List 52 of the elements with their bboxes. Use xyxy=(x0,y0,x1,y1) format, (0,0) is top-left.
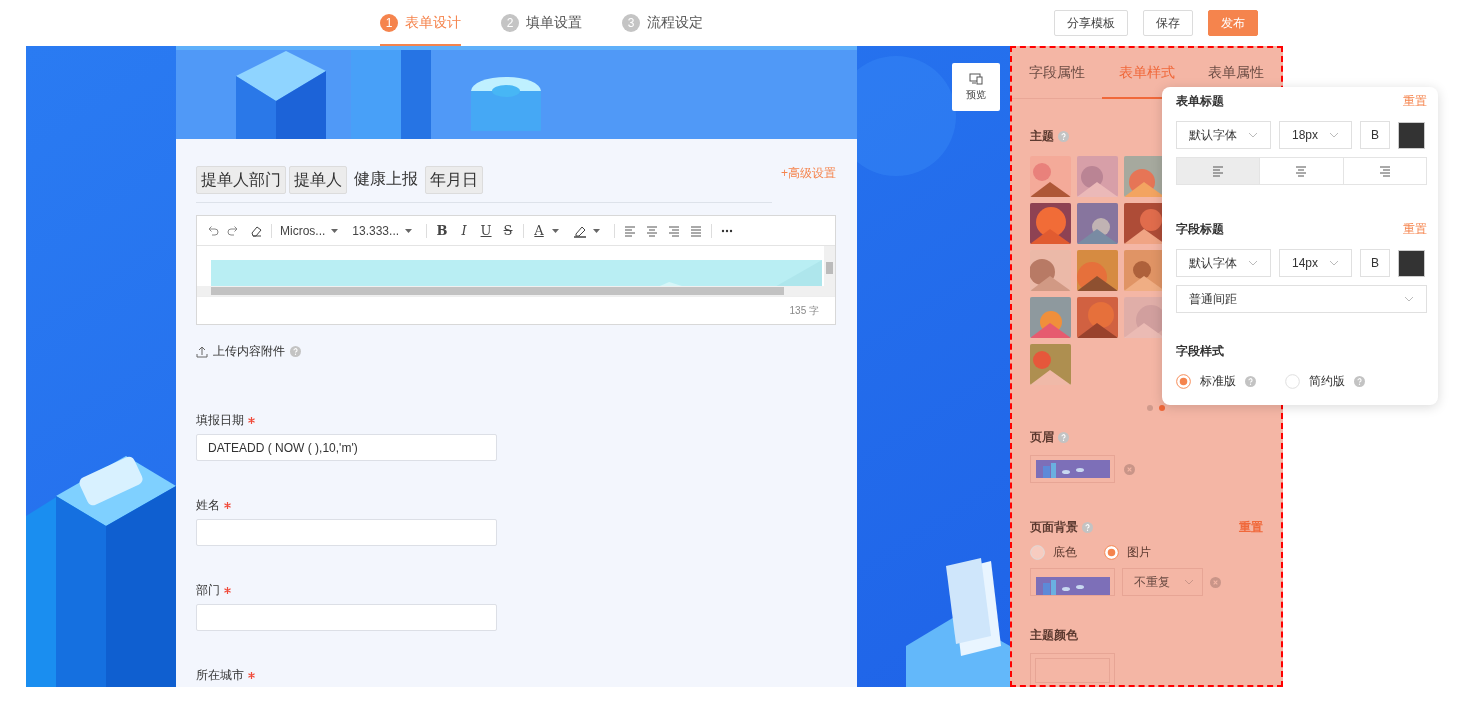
chevron-down-icon xyxy=(1248,132,1258,138)
chevron-down-icon xyxy=(1329,132,1339,138)
radio-label[interactable]: 图片 xyxy=(1127,544,1151,561)
align-left-icon xyxy=(1211,164,1226,178)
font-size-dropdown[interactable]: 14px xyxy=(1279,249,1352,277)
toolbar-button[interactable]: 分享模板 xyxy=(1054,10,1128,36)
step-number: 1 xyxy=(380,14,398,32)
color-swatch[interactable] xyxy=(1398,249,1425,277)
page-dot[interactable] xyxy=(1159,405,1165,411)
section-label: 主题颜色 xyxy=(1030,626,1078,644)
color-swatch[interactable] xyxy=(1398,121,1425,149)
align-right-icon xyxy=(1377,164,1392,178)
radio-label[interactable]: 简约版 xyxy=(1309,373,1345,390)
section-label: 主题 xyxy=(1030,127,1054,145)
clear-icon[interactable] xyxy=(1210,576,1221,588)
radio-label[interactable]: 底色 xyxy=(1053,544,1077,561)
help-icon xyxy=(1354,376,1365,387)
bold-button[interactable]: B xyxy=(1360,249,1390,277)
repeat-dropdown[interactable]: 不重复 xyxy=(1122,568,1203,596)
radio-label[interactable]: 标准版 xyxy=(1200,373,1236,390)
help-icon xyxy=(1245,376,1256,387)
step-number: 3 xyxy=(622,14,640,32)
font-size-dropdown[interactable]: 18px xyxy=(1279,121,1352,149)
toolbar-button[interactable]: 保存 xyxy=(1143,10,1193,36)
page-dot[interactable] xyxy=(1147,405,1153,411)
help-icon xyxy=(1058,130,1069,142)
align-center-icon xyxy=(1294,164,1309,178)
bold-button[interactable]: B xyxy=(1360,121,1390,149)
section-label: 页面背景 xyxy=(1030,518,1078,536)
radio-button[interactable] xyxy=(1104,545,1119,560)
help-icon xyxy=(1082,521,1093,533)
help-icon xyxy=(1058,431,1069,443)
section-title: 字段标题 xyxy=(1176,220,1224,238)
color-picker-box[interactable] xyxy=(1030,653,1115,685)
radio-button[interactable] xyxy=(1176,374,1191,389)
chevron-down-icon xyxy=(1184,579,1194,585)
header-image-box[interactable] xyxy=(1030,455,1115,483)
step-tab[interactable]: 3 流程设定 xyxy=(622,0,703,46)
section-label: 页眉 xyxy=(1030,428,1054,446)
spacing-dropdown[interactable]: 普通间距 xyxy=(1176,285,1427,313)
font-dropdown[interactable]: 默认字体 xyxy=(1176,249,1271,277)
font-dropdown[interactable]: 默认字体 xyxy=(1176,121,1271,149)
clear-icon[interactable] xyxy=(1124,463,1135,475)
step-tab[interactable]: 2 填单设置 xyxy=(501,0,582,46)
chevron-down-icon xyxy=(1404,296,1414,302)
section-title: 字段样式 xyxy=(1176,342,1224,360)
background-image-box[interactable] xyxy=(1030,568,1115,596)
chevron-down-icon xyxy=(1329,260,1339,266)
chevron-down-icon xyxy=(1248,260,1258,266)
align-button[interactable] xyxy=(1177,158,1260,184)
step-number: 2 xyxy=(501,14,519,32)
panel-tab[interactable]: 字段属性 xyxy=(1012,48,1102,99)
